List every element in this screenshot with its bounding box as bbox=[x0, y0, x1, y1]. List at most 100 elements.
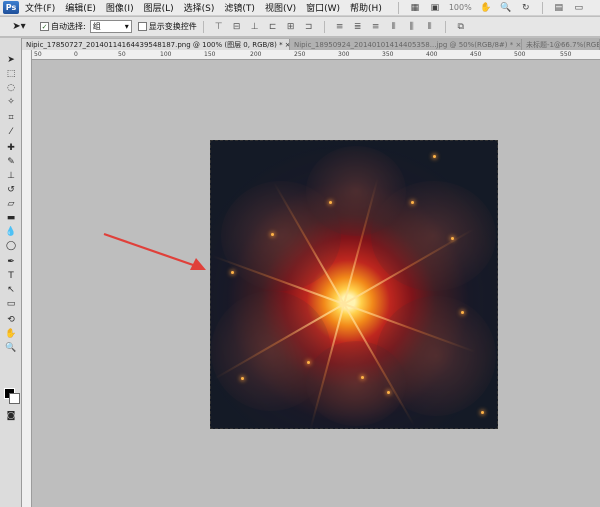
ruler-label: 550 bbox=[560, 51, 572, 58]
tab-document-2[interactable]: Nipic_18950924_20140101414405358...jpg @… bbox=[290, 39, 522, 50]
shape-tool-icon[interactable]: ▭ bbox=[3, 298, 19, 310]
document-canvas[interactable] bbox=[210, 140, 498, 429]
menu-window[interactable]: 窗口(W) bbox=[306, 1, 340, 14]
spark bbox=[271, 233, 274, 236]
screen-mode-icon[interactable]: ▭ bbox=[573, 2, 585, 13]
move-tool-icon[interactable]: ➤ bbox=[3, 54, 19, 66]
menu-layer[interactable]: 图层(L) bbox=[144, 1, 174, 14]
menu-file[interactable]: 文件(F) bbox=[25, 1, 55, 14]
spark bbox=[411, 201, 414, 204]
ruler-label: 50 bbox=[118, 51, 126, 58]
menu-help[interactable]: 帮助(H) bbox=[350, 1, 382, 14]
spark bbox=[387, 391, 390, 394]
zoom-tool-icon[interactable]: 🔍 bbox=[500, 2, 512, 13]
spark bbox=[241, 377, 244, 380]
spark bbox=[451, 237, 454, 240]
distribute-vcenter-icon[interactable]: ≣ bbox=[352, 21, 364, 33]
zoom-tool-icon[interactable]: 🔍 bbox=[3, 342, 19, 354]
ruler-label: 0 bbox=[74, 51, 78, 58]
move-tool-preset-icon[interactable]: ➤▾ bbox=[4, 19, 34, 35]
align-top-icon[interactable]: ⊤ bbox=[213, 21, 225, 33]
ruler-label: 300 bbox=[338, 51, 350, 58]
show-transform-label: 显示变换控件 bbox=[148, 22, 197, 31]
tab-label: Nipic_18950924_20140101414405358...jpg @… bbox=[294, 40, 522, 49]
align-bottom-icon[interactable]: ⊥ bbox=[249, 21, 261, 33]
3d-rotate-tool-icon[interactable]: ⟲ bbox=[3, 314, 19, 326]
auto-select-dropdown[interactable]: 组 ▾ bbox=[89, 20, 132, 33]
distribute-right-icon[interactable]: ⦀ bbox=[424, 21, 436, 33]
zoom-level[interactable]: 100% bbox=[449, 3, 472, 12]
document-tabs: Nipic_17850727_20140114164439548187.png … bbox=[22, 38, 600, 50]
divider bbox=[444, 20, 446, 33]
clone-stamp-tool-icon[interactable]: ⊥ bbox=[3, 170, 19, 182]
blur-tool-icon[interactable]: 💧 bbox=[3, 226, 19, 238]
marquee-tool-icon[interactable]: ⬚ bbox=[3, 68, 19, 80]
align-hcenter-icon[interactable]: ⊞ bbox=[285, 21, 297, 33]
spark bbox=[361, 376, 364, 379]
divider bbox=[541, 1, 543, 14]
crop-tool-icon[interactable]: ⌗ bbox=[3, 112, 19, 124]
divider bbox=[323, 20, 325, 33]
menu-select[interactable]: 选择(S) bbox=[184, 1, 215, 14]
show-transform-checkbox[interactable] bbox=[137, 22, 147, 31]
hand-tool-icon[interactable]: ✋ bbox=[3, 328, 19, 340]
align-left-icon[interactable]: ⊏ bbox=[267, 21, 279, 33]
healing-brush-tool-icon[interactable]: ✚ bbox=[3, 142, 19, 154]
path-selection-tool-icon[interactable]: ↖ bbox=[3, 284, 19, 296]
quick-mask-icon[interactable]: ◙ bbox=[3, 410, 19, 422]
arrange-documents-icon[interactable]: ▤ bbox=[553, 2, 565, 13]
canvas-petal bbox=[306, 146, 406, 236]
spark bbox=[481, 411, 484, 414]
spark bbox=[461, 311, 464, 314]
ruler-label: 50 bbox=[34, 51, 42, 58]
distribute-hcenter-icon[interactable]: ⫼ bbox=[406, 21, 418, 33]
type-tool-icon[interactable]: T bbox=[3, 270, 19, 282]
eraser-tool-icon[interactable]: ▱ bbox=[3, 198, 19, 210]
eyedropper-tool-icon[interactable]: ⁄ bbox=[3, 126, 19, 138]
tab-document-1[interactable]: Nipic_17850727_20140114164439548187.png … bbox=[22, 39, 290, 50]
distribute-bottom-icon[interactable]: ≡ bbox=[370, 21, 382, 33]
distribute-top-icon[interactable]: ≡ bbox=[334, 21, 346, 33]
ruler-label: 150 bbox=[204, 51, 216, 58]
divider bbox=[202, 20, 204, 33]
align-vcenter-icon[interactable]: ⊟ bbox=[231, 21, 243, 33]
tab-label: Nipic_17850727_20140114164439548187.png … bbox=[26, 40, 290, 49]
tab-document-3[interactable]: 未标题-1@66.7%(RGB/8) × bbox=[522, 39, 600, 50]
menu-filter[interactable]: 滤镜(T) bbox=[224, 1, 255, 14]
magic-wand-tool-icon[interactable]: ✧ bbox=[3, 96, 19, 108]
bridge-icon[interactable]: ▦ bbox=[409, 2, 421, 13]
brush-tool-icon[interactable]: ✎ bbox=[3, 156, 19, 168]
history-brush-tool-icon[interactable]: ↺ bbox=[3, 184, 19, 196]
ruler-label: 100 bbox=[160, 51, 172, 58]
auto-select-value: 组 bbox=[92, 22, 101, 31]
view-extras-icon[interactable]: ▣ bbox=[429, 2, 441, 13]
pen-tool-icon[interactable]: ✒ bbox=[3, 256, 19, 268]
gradient-tool-icon[interactable]: ▬ bbox=[3, 212, 19, 224]
menu-image[interactable]: 图像(I) bbox=[106, 1, 134, 14]
horizontal-ruler: 50 0 50 100 150 200 250 300 350 400 450 … bbox=[32, 50, 600, 60]
lasso-tool-icon[interactable]: ◌ bbox=[3, 82, 19, 94]
ruler-label: 200 bbox=[250, 51, 262, 58]
ruler-label: 400 bbox=[426, 51, 438, 58]
chevron-down-icon: ▾ bbox=[124, 22, 129, 31]
distribute-left-icon[interactable]: ⦀ bbox=[388, 21, 400, 33]
ruler-label: 450 bbox=[470, 51, 482, 58]
hand-tool-icon[interactable]: ✋ bbox=[480, 2, 492, 13]
menu-view[interactable]: 视图(V) bbox=[265, 1, 296, 14]
ruler-label: 350 bbox=[382, 51, 394, 58]
spark bbox=[307, 361, 310, 364]
rotate-view-icon[interactable]: ↻ bbox=[520, 2, 532, 13]
align-right-icon[interactable]: ⊐ bbox=[303, 21, 315, 33]
spark bbox=[433, 155, 436, 158]
auto-select-checkbox[interactable]: ✓ bbox=[40, 22, 49, 31]
tab-label: 未标题-1@66.7%(RGB/8) × bbox=[526, 40, 599, 49]
auto-align-layers-icon[interactable]: ⧉ bbox=[455, 21, 467, 33]
spark bbox=[231, 271, 234, 274]
ruler-label: 250 bbox=[294, 51, 306, 58]
divider bbox=[397, 1, 399, 14]
background-color-swatch[interactable] bbox=[9, 393, 20, 404]
options-bar: ➤▾ ✓ 自动选择: 组 ▾ 显示变换控件 ⊤ ⊟ ⊥ ⊏ ⊞ ⊐ ≡ ≣ ≡ … bbox=[0, 17, 600, 37]
annotation-arrow-icon bbox=[103, 232, 206, 270]
dodge-tool-icon[interactable]: ◯ bbox=[3, 240, 19, 252]
menu-edit[interactable]: 编辑(E) bbox=[65, 1, 96, 14]
